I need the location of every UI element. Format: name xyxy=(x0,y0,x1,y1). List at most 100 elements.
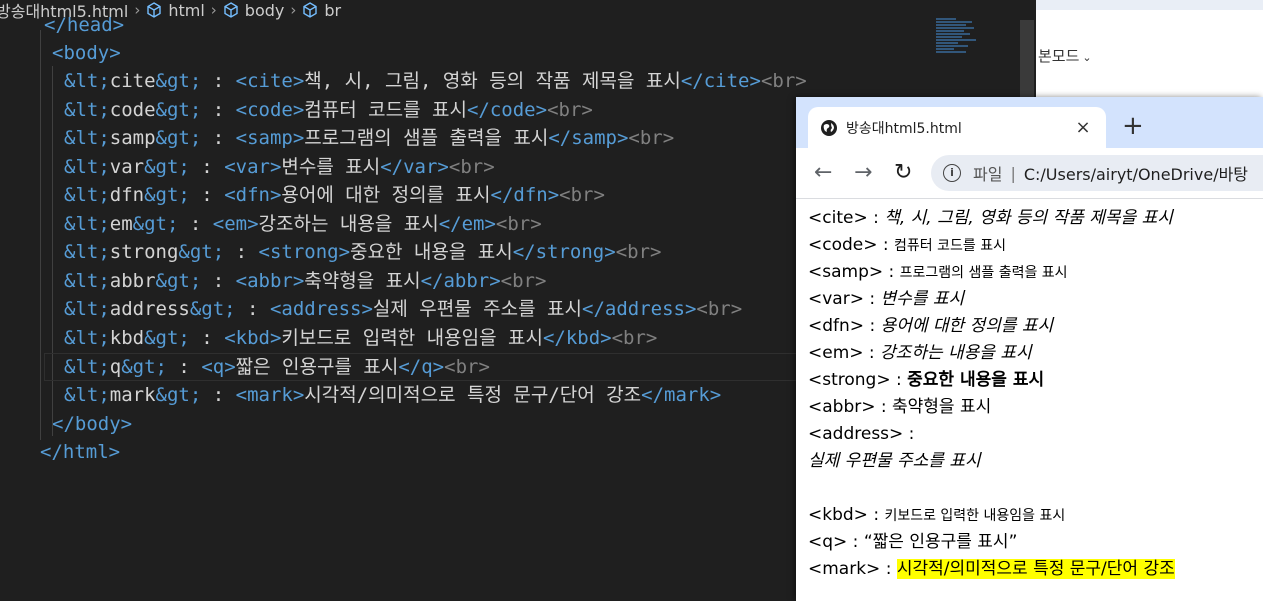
page-row: <kbd> : 키보드로 입력한 내용임을 표시 xyxy=(808,504,1065,527)
code-token: mark xyxy=(109,384,156,406)
reload-icon[interactable]: ↻ xyxy=(894,160,912,186)
code-token: &gt; xyxy=(155,270,202,292)
info-icon[interactable]: i xyxy=(943,164,961,182)
code-token: <address> xyxy=(269,298,373,320)
close-icon[interactable]: × xyxy=(1072,117,1094,138)
code-token: &gt; xyxy=(144,156,190,178)
row-value: 변수를 표시 xyxy=(880,289,965,309)
page-row: <samp> : 프로그램의 샘플 출력을 표시 xyxy=(808,261,1068,284)
code-token: 시각적/의미적으로 특정 문구/단어 강조 xyxy=(304,384,642,406)
code-line[interactable]: &lt;code&gt; : <code>컴퓨터 코드를 표시</code><b… xyxy=(64,96,593,124)
code-token: : xyxy=(201,70,236,92)
row-label: <cite> : xyxy=(808,208,885,228)
code-token: &lt; xyxy=(64,127,110,149)
globe-icon xyxy=(821,119,837,136)
breadcrumb-body[interactable]: body xyxy=(223,1,284,20)
reader-mode-button[interactable]: 본모드 ⌄ xyxy=(1038,45,1092,66)
breadcrumb-separator: › xyxy=(290,1,297,19)
code-token: &lt; xyxy=(64,270,110,292)
tab-strip: 방송대html5.html × + xyxy=(796,97,1263,148)
code-line[interactable]: </html> xyxy=(40,438,120,466)
code-token: &lt; xyxy=(64,298,110,320)
code-token: <br> xyxy=(611,327,658,349)
code-token: 컴퓨터 코드를 표시 xyxy=(304,99,467,121)
code-token: 변수를 표시 xyxy=(281,156,381,178)
code-line[interactable]: &lt;abbr&gt; : <abbr>축약형을 표시</abbr><br> xyxy=(64,267,546,295)
code-token: &lt; xyxy=(64,384,110,406)
code-line[interactable]: &lt;cite&gt; : <cite>책, 시, 그림, 영화 등의 작품 … xyxy=(64,67,807,95)
code-token: <em> xyxy=(212,213,259,235)
row-value: 책, 시, 그림, 영화 등의 작품 제목을 표시 xyxy=(884,208,1173,228)
browser-toolbar: ← → ↻ i 파일 | C:/Users/airyt/OneDrive/바탕 xyxy=(796,148,1263,199)
row-value: 용어에 대한 정의를 표시 xyxy=(880,316,1054,336)
row-value: 강조하는 내용을 표시 xyxy=(880,343,1032,363)
code-token: var xyxy=(109,156,145,178)
code-token: &gt; xyxy=(132,213,179,235)
code-token: </mark> xyxy=(641,384,722,406)
code-token: &lt; xyxy=(64,327,110,349)
code-token: <br> xyxy=(559,184,605,206)
row-label: <mark> : xyxy=(808,559,897,579)
code-token: &lt; xyxy=(64,70,110,92)
code-token: <kbd> xyxy=(224,327,282,349)
code-line[interactable]: &lt;em&gt; : <em>강조하는 내용을 표시</em><br> xyxy=(64,210,542,238)
code-line[interactable]: &lt;address&gt; : <address>실제 우편물 주소를 표시… xyxy=(64,295,742,323)
browser-tab[interactable]: 방송대html5.html × xyxy=(808,107,1106,148)
code-token: &gt; xyxy=(144,327,190,349)
code-token: &lt; xyxy=(64,184,110,206)
code-token: </cite> xyxy=(680,70,761,92)
row-label: <var> : xyxy=(808,289,881,309)
code-token: </kbd> xyxy=(542,327,612,349)
code-line[interactable]: &lt;strong&gt; : <strong>중요한 내용을 표시</str… xyxy=(64,238,661,266)
page-row: <var> : 변수를 표시 xyxy=(808,288,964,310)
code-token: &gt; xyxy=(144,184,190,206)
code-line[interactable]: <body> xyxy=(52,39,121,67)
code-token: <strong> xyxy=(258,241,351,263)
row-value: 프로그램의 샘플 출력을 표시 xyxy=(899,265,1068,281)
code-line[interactable]: &lt;kbd&gt; : <kbd>키보드로 입력한 내용임을 표시</kbd… xyxy=(64,324,657,352)
code-token: cite xyxy=(109,70,156,92)
row-label: <code> : xyxy=(808,235,895,255)
code-line[interactable]: &lt;samp&gt; : <samp>프로그램의 샘플 출력을 표시</sa… xyxy=(64,124,674,152)
code-token: </var> xyxy=(380,156,449,178)
code-token: <br> xyxy=(500,270,547,292)
breadcrumb-br[interactable]: br xyxy=(302,1,341,20)
code-token: <abbr> xyxy=(235,270,305,292)
cube-icon xyxy=(147,2,162,18)
code-token: &gt; xyxy=(155,127,202,149)
code-line[interactable]: &lt;mark&gt; : <mark>시각적/의미적으로 특정 문구/단어 … xyxy=(64,381,721,409)
code-line[interactable]: &lt;dfn&gt; : <dfn>용어에 대한 정의를 표시</dfn><b… xyxy=(64,181,605,209)
code-token: <br> xyxy=(628,127,675,149)
editor-scrollbar[interactable] xyxy=(1020,20,1034,100)
code-token: kbd xyxy=(109,327,145,349)
back-arrow-icon[interactable]: ← xyxy=(814,160,832,186)
code-token: &lt; xyxy=(64,99,110,121)
page-row: <q> : “짧은 인용구를 표시” xyxy=(808,531,1017,553)
code-token: </body> xyxy=(52,413,133,435)
breadcrumb-file[interactable]: 방송대html5.html xyxy=(0,0,128,22)
new-tab-button[interactable]: + xyxy=(1122,113,1144,139)
code-token: </code> xyxy=(466,99,548,121)
code-token: &gt; xyxy=(155,384,202,406)
minimap[interactable] xyxy=(936,18,980,58)
code-token: code xyxy=(109,99,156,121)
code-token: <br> xyxy=(760,70,807,92)
code-token: &gt; xyxy=(178,241,225,263)
address-bar[interactable]: i 파일 | C:/Users/airyt/OneDrive/바탕 xyxy=(931,155,1263,191)
code-token: : xyxy=(178,213,213,235)
address-url[interactable]: C:/Users/airyt/OneDrive/바탕 xyxy=(1024,161,1248,185)
code-token: : xyxy=(201,127,236,149)
code-token: : xyxy=(189,327,225,349)
page-row: <abbr> : 축약형을 표시 xyxy=(808,396,991,418)
row-value: 축약형을 표시 xyxy=(892,397,992,417)
code-token: : xyxy=(224,241,259,263)
row-value: 실제 우편물 주소를 표시 xyxy=(808,451,981,471)
row-label: <em> : xyxy=(808,343,881,363)
forward-arrow-icon[interactable]: → xyxy=(854,160,872,186)
breadcrumb-html[interactable]: html xyxy=(146,1,205,20)
code-token: <dfn> xyxy=(224,184,282,206)
code-line[interactable]: &lt;var&gt; : <var>변수를 표시</var><br> xyxy=(64,153,495,181)
code-line[interactable]: </body> xyxy=(52,410,132,438)
code-token: <br> xyxy=(615,241,662,263)
page-row: <em> : 강조하는 내용을 표시 xyxy=(808,342,1032,364)
